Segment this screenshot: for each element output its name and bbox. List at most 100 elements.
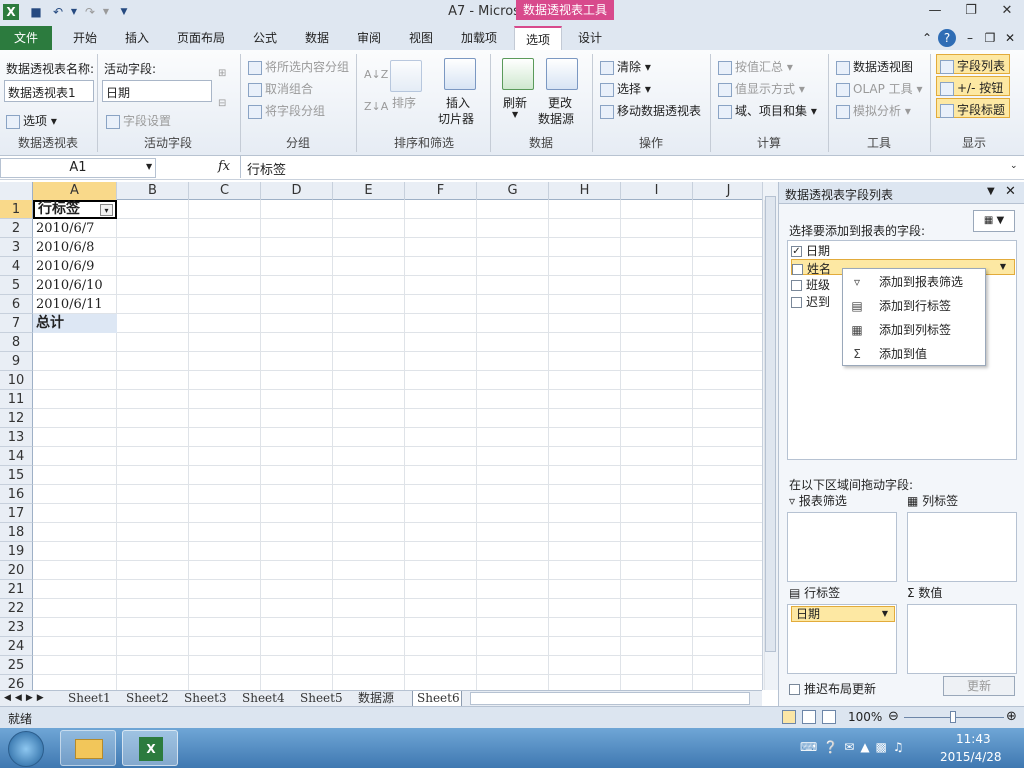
column-header-J[interactable]: J — [693, 182, 765, 200]
cell-A5[interactable]: 2010/6/10 — [33, 276, 117, 295]
column-header-C[interactable]: C — [189, 182, 261, 200]
columns-area[interactable] — [907, 512, 1017, 582]
column-header-H[interactable]: H — [549, 182, 621, 200]
change-source-label-2[interactable]: 数据源 — [538, 110, 574, 127]
normal-view-icon[interactable] — [782, 710, 796, 724]
sort-icon[interactable] — [390, 60, 422, 92]
refresh-label[interactable]: 刷新 — [503, 94, 527, 111]
row-header-12[interactable]: 12 — [0, 409, 33, 428]
row-header-18[interactable]: 18 — [0, 523, 33, 542]
field-checkbox[interactable] — [791, 297, 802, 308]
sheet-tab-7[interactable]: Sheet6 — [412, 691, 462, 707]
field-checkbox[interactable] — [792, 264, 803, 275]
tab-design[interactable]: 设计 — [566, 26, 614, 50]
sort-az-icon[interactable]: A↓Z — [364, 68, 388, 81]
field-list-toggle[interactable]: 字段列表 — [936, 54, 1010, 74]
name-box-dropdown-icon[interactable]: ▼ — [146, 162, 152, 171]
row-header-16[interactable]: 16 — [0, 485, 33, 504]
worksheet-grid[interactable]: ABCDEFGHIJ 1 2 3 4 5 6 7 8 9 10 11 12 13 14 15 16 17 18 19… — [0, 182, 778, 694]
tab-addins[interactable]: 加载项 — [452, 26, 506, 50]
chip-dropdown-icon[interactable]: ▼ — [882, 607, 888, 621]
select-all-corner[interactable] — [0, 182, 33, 200]
sheet-tab-6[interactable]: 数据源 — [354, 691, 412, 707]
sheet-tab-5[interactable]: Sheet5 — [296, 691, 354, 707]
tab-home[interactable]: 开始 — [62, 26, 108, 50]
fields-items-button[interactable]: 域、项目和集 ▾ — [718, 102, 817, 119]
row-header-22[interactable]: 22 — [0, 599, 33, 618]
field-checkbox[interactable] — [791, 280, 802, 291]
summarize-by-button[interactable]: 按值汇总 ▾ — [718, 58, 793, 75]
row-field-chip[interactable]: 日期 ▼ — [791, 606, 895, 622]
clock-date[interactable]: 2015/4/28 — [940, 750, 1002, 764]
row-header-24[interactable]: 24 — [0, 637, 33, 656]
tab-insert[interactable]: 插入 — [114, 26, 160, 50]
olap-tools-button[interactable]: OLAP 工具 ▾ — [836, 80, 923, 97]
show-values-button[interactable]: 值显示方式 ▾ — [718, 80, 805, 97]
taskbar-excel[interactable]: X — [122, 730, 178, 766]
sheet-tab-2[interactable]: Sheet2 — [122, 691, 180, 707]
move-pivot-button[interactable]: 移动数据透视表 — [600, 102, 701, 119]
row-header-1[interactable]: 1 — [0, 200, 33, 219]
cell-A1[interactable]: 行标签 ▾ — [33, 200, 117, 219]
start-button-icon[interactable] — [8, 731, 44, 767]
tab-formulas[interactable]: 公式 — [242, 26, 288, 50]
row-header-2[interactable]: 2 — [0, 219, 33, 238]
field-row-1[interactable]: ✓ 日期 — [791, 242, 1015, 258]
tab-data[interactable]: 数据 — [294, 26, 340, 50]
expand-field-icon[interactable]: ⊞ — [218, 68, 226, 79]
menu-add-to-columns[interactable]: ▦ 添加到列标签 — [843, 318, 985, 342]
layout-options-button[interactable]: ▦ ▼ — [973, 210, 1015, 232]
cell-A3[interactable]: 2010/6/8 — [33, 238, 117, 257]
column-header-G[interactable]: G — [477, 182, 549, 200]
expand-formula-icon[interactable]: ⌄ — [1010, 161, 1018, 171]
column-header-B[interactable]: B — [117, 182, 189, 200]
wb-restore-icon[interactable]: ❐ — [982, 26, 998, 50]
clear-button[interactable]: 清除 ▾ — [600, 58, 651, 75]
row-header-19[interactable]: 19 — [0, 542, 33, 561]
menu-add-to-values[interactable]: Σ 添加到值 — [843, 342, 985, 366]
zoom-out-icon[interactable]: ⊖ — [888, 709, 899, 724]
row-header-4[interactable]: 4 — [0, 257, 33, 276]
scroll-thumb[interactable] — [765, 196, 776, 652]
help-icon[interactable]: ? — [938, 29, 956, 47]
refresh-icon[interactable] — [502, 58, 534, 90]
row-header-11[interactable]: 11 — [0, 390, 33, 409]
row-header-20[interactable]: 20 — [0, 561, 33, 580]
filter-area[interactable] — [787, 512, 897, 582]
row-header-15[interactable]: 15 — [0, 466, 33, 485]
menu-add-to-rows[interactable]: ▤ 添加到行标签 — [843, 294, 985, 318]
name-box[interactable]: A1 — [0, 158, 156, 178]
menu-add-to-filter[interactable]: ▿ 添加到报表筛选 — [843, 270, 985, 294]
row-header-7[interactable]: 7 — [0, 314, 33, 333]
row-header-23[interactable]: 23 — [0, 618, 33, 637]
zoom-level[interactable]: 100% — [848, 710, 882, 724]
defer-check[interactable] — [789, 684, 800, 695]
refresh-dropdown-icon[interactable]: ▼ — [512, 110, 518, 119]
sheet-tab-4[interactable]: Sheet4 — [238, 691, 296, 707]
column-header-E[interactable]: E — [333, 182, 405, 200]
pane-menu-icon[interactable]: ▼ — [987, 186, 995, 197]
active-field-input[interactable]: 日期 — [102, 80, 212, 102]
page-layout-view-icon[interactable] — [802, 710, 816, 724]
fx-icon[interactable]: fx — [218, 159, 230, 174]
row-header-21[interactable]: 21 — [0, 580, 33, 599]
cell-A7[interactable]: 总计 — [33, 314, 117, 333]
horizontal-scrollbar[interactable] — [470, 692, 750, 705]
buttons-toggle[interactable]: +/- 按钮 — [936, 76, 1010, 96]
pivot-chart-button[interactable]: 数据透视图 — [836, 58, 913, 75]
row-header-9[interactable]: 9 — [0, 352, 33, 371]
page-break-view-icon[interactable] — [822, 710, 836, 724]
pane-close-icon[interactable]: ✕ — [1005, 184, 1016, 199]
tray-icons[interactable]: ⌨❔✉▲▩♫ — [800, 740, 910, 754]
pivot-options-button[interactable]: 选项 ▾ — [6, 112, 57, 129]
row-header-17[interactable]: 17 — [0, 504, 33, 523]
row-label-filter-dropdown-icon[interactable]: ▾ — [100, 204, 113, 216]
formula-input[interactable]: 行标签 — [240, 156, 1008, 178]
row-header-13[interactable]: 13 — [0, 428, 33, 447]
clock-time[interactable]: 11:43 — [956, 732, 991, 746]
zoom-slider-thumb[interactable] — [950, 711, 956, 723]
sort-za-icon[interactable]: Z↓A — [364, 100, 388, 113]
zoom-in-icon[interactable]: ⊕ — [1006, 709, 1017, 724]
field-dropdown-icon[interactable]: ▼ — [1000, 262, 1006, 271]
row-header-14[interactable]: 14 — [0, 447, 33, 466]
